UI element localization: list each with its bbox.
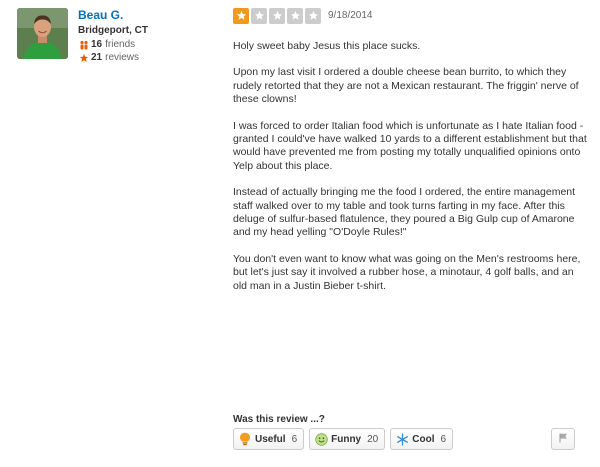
flag-button[interactable] bbox=[551, 428, 575, 450]
star-icon bbox=[78, 53, 89, 63]
cool-count: 6 bbox=[440, 433, 447, 445]
smiley-icon bbox=[314, 432, 328, 446]
star-empty-icon bbox=[269, 7, 285, 24]
funny-count: 20 bbox=[367, 433, 379, 445]
helpful-question: Was this review ...? bbox=[233, 414, 325, 425]
user-info: Beau G. Bridgeport, CT 16 friends 21 rev… bbox=[78, 8, 218, 64]
review-paragraph: Holy sweet baby Jesus this place sucks. bbox=[233, 40, 421, 52]
reviews-count: 21 bbox=[91, 52, 103, 63]
reviews-label: reviews bbox=[105, 52, 140, 63]
rating-row: 9/18/2014 bbox=[233, 7, 588, 24]
review-paragraph: Instead of actually bringing me the food… bbox=[233, 186, 576, 239]
friends-count: 16 bbox=[91, 39, 103, 50]
user-name-link[interactable]: Beau G. bbox=[78, 8, 218, 23]
friends-icon bbox=[78, 40, 89, 50]
funny-button[interactable]: Funny 20 bbox=[309, 428, 386, 450]
star-empty-icon bbox=[251, 7, 267, 24]
star-rating bbox=[233, 7, 321, 24]
cool-button[interactable]: Cool 6 bbox=[390, 428, 454, 450]
user-location: Bridgeport, CT bbox=[78, 25, 148, 36]
friends-label: friends bbox=[105, 39, 136, 50]
useful-button[interactable]: Useful 6 bbox=[233, 428, 305, 450]
vote-buttons: Useful 6 Funny 20 Cool 6 bbox=[233, 428, 454, 450]
review-body: Holy sweet baby Jesus this place sucks. … bbox=[233, 40, 588, 293]
review-date: 9/18/2014 bbox=[328, 10, 373, 21]
avatar-image bbox=[17, 8, 68, 59]
star-empty-icon bbox=[305, 7, 321, 24]
star-empty-icon bbox=[287, 7, 303, 24]
friends-stat: 16 friends bbox=[78, 38, 218, 51]
reviews-stat: 21 reviews bbox=[78, 51, 218, 64]
useful-count: 6 bbox=[291, 433, 298, 445]
review-paragraph: Upon my last visit I ordered a double ch… bbox=[233, 66, 579, 106]
review-panel: 9/18/2014 Holy sweet baby Jesus this pla… bbox=[233, 7, 588, 450]
review-paragraph: I was forced to order Italian food which… bbox=[233, 119, 587, 172]
star-filled-icon bbox=[233, 7, 249, 24]
cool-label: Cool bbox=[412, 433, 435, 445]
user-avatar[interactable] bbox=[17, 8, 68, 59]
funny-label: Funny bbox=[331, 433, 362, 445]
useful-label: Useful bbox=[255, 433, 286, 445]
flag-icon bbox=[559, 430, 568, 448]
lightbulb-icon bbox=[238, 432, 252, 446]
review-paragraph: You don't even want to know what was goi… bbox=[233, 252, 581, 292]
snowflake-icon bbox=[395, 432, 409, 446]
